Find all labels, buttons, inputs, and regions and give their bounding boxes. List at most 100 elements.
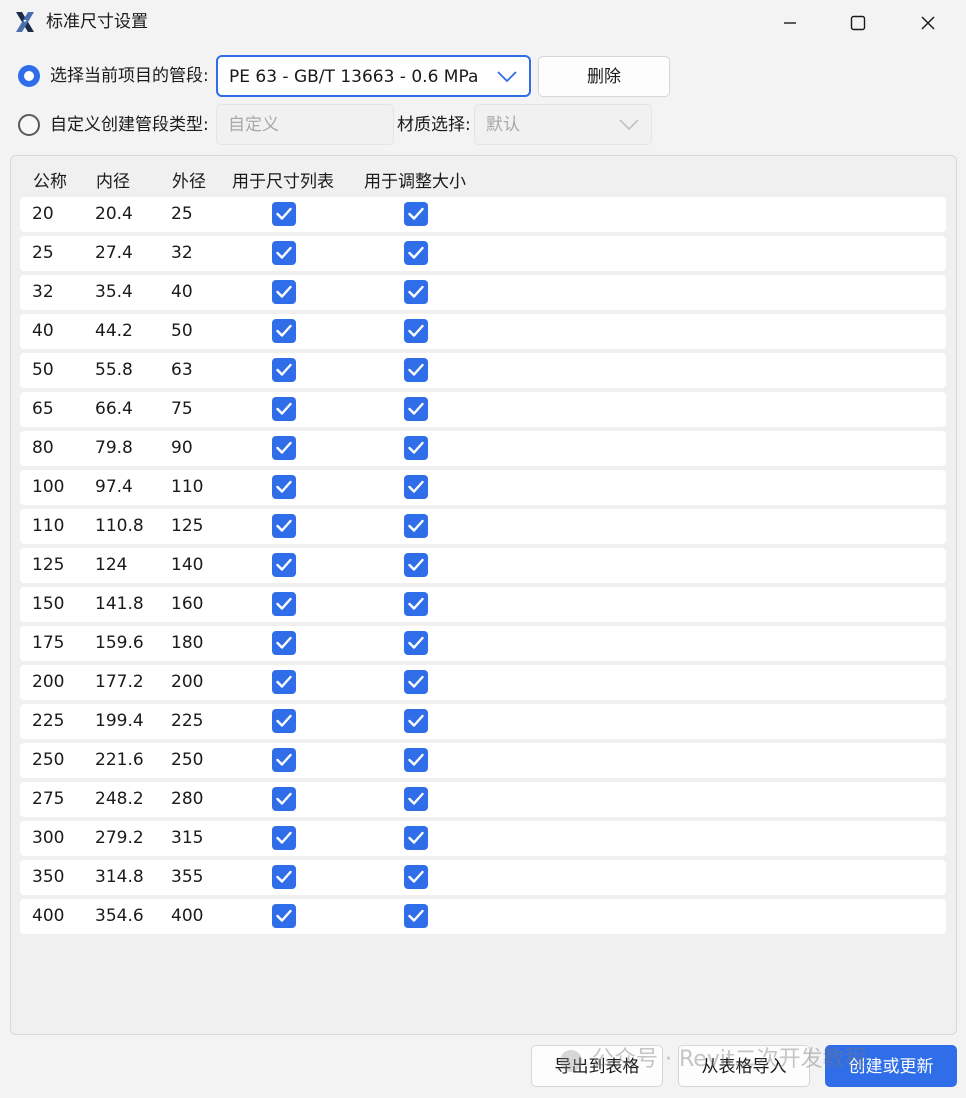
- size-list-checkbox[interactable]: [272, 358, 296, 382]
- table-row[interactable]: 400 354.6 400: [20, 899, 946, 934]
- resize-checkbox[interactable]: [404, 904, 428, 928]
- table-row[interactable]: 110 110.8 125: [20, 509, 946, 544]
- pipe-segment-dropdown[interactable]: PE 63 - GB/T 13663 - 0.6 MPa: [216, 55, 531, 97]
- cell-inner-diameter: 159.6: [95, 633, 144, 653]
- cell-inner-diameter: 35.4: [95, 282, 133, 302]
- table-row[interactable]: 125 124 140: [20, 548, 946, 583]
- resize-checkbox[interactable]: [404, 436, 428, 460]
- cell-outer-diameter: 200: [171, 672, 204, 692]
- size-list-checkbox[interactable]: [272, 709, 296, 733]
- table-row[interactable]: 65 66.4 75: [20, 392, 946, 427]
- size-table: 公称 内径 外径 用于尺寸列表 用于调整大小 20 20.4 25 25 27.4 32 3…: [10, 155, 957, 1035]
- resize-checkbox[interactable]: [404, 319, 428, 343]
- checkmark-icon: [408, 714, 424, 727]
- cell-outer-diameter: 180: [171, 633, 204, 653]
- checkmark-icon: [408, 831, 424, 844]
- size-list-checkbox[interactable]: [272, 553, 296, 577]
- resize-checkbox[interactable]: [404, 241, 428, 265]
- cell-outer-diameter: 140: [171, 555, 204, 575]
- checkmark-icon: [276, 324, 292, 337]
- checkmark-icon: [276, 246, 292, 259]
- size-list-checkbox[interactable]: [272, 826, 296, 850]
- size-list-checkbox[interactable]: [272, 631, 296, 655]
- table-row[interactable]: 250 221.6 250: [20, 743, 946, 778]
- checkmark-icon: [408, 753, 424, 766]
- checkmark-icon: [408, 519, 424, 532]
- resize-checkbox[interactable]: [404, 280, 428, 304]
- table-row[interactable]: 80 79.8 90: [20, 431, 946, 466]
- cell-outer-diameter: 160: [171, 594, 204, 614]
- table-row[interactable]: 300 279.2 315: [20, 821, 946, 856]
- material-dropdown[interactable]: 默认: [474, 104, 652, 145]
- size-list-checkbox[interactable]: [272, 241, 296, 265]
- resize-checkbox[interactable]: [404, 670, 428, 694]
- size-list-checkbox[interactable]: [272, 670, 296, 694]
- table-row[interactable]: 225 199.4 225: [20, 704, 946, 739]
- resize-checkbox[interactable]: [404, 202, 428, 226]
- table-row[interactable]: 40 44.2 50: [20, 314, 946, 349]
- size-list-checkbox[interactable]: [272, 787, 296, 811]
- resize-checkbox[interactable]: [404, 514, 428, 538]
- size-list-checkbox[interactable]: [272, 592, 296, 616]
- cell-inner-diameter: 124: [95, 555, 128, 575]
- select-current-radio[interactable]: [18, 65, 40, 87]
- custom-name-input[interactable]: 自定义: [216, 104, 394, 145]
- close-button[interactable]: [898, 0, 958, 46]
- table-row[interactable]: 50 55.8 63: [20, 353, 946, 388]
- cell-outer-diameter: 75: [171, 399, 193, 419]
- resize-checkbox[interactable]: [404, 592, 428, 616]
- checkmark-icon: [408, 363, 424, 376]
- cell-inner-diameter: 97.4: [95, 477, 133, 497]
- size-list-checkbox[interactable]: [272, 280, 296, 304]
- cell-outer-diameter: 110: [171, 477, 204, 497]
- custom-radio[interactable]: [18, 114, 40, 136]
- cell-outer-diameter: 90: [171, 438, 193, 458]
- resize-checkbox[interactable]: [404, 787, 428, 811]
- cell-nominal: 65: [32, 399, 54, 419]
- cell-nominal: 250: [32, 750, 65, 770]
- size-list-checkbox[interactable]: [272, 475, 296, 499]
- checkmark-icon: [408, 909, 424, 922]
- size-list-checkbox[interactable]: [272, 397, 296, 421]
- minimize-button[interactable]: [760, 0, 820, 46]
- resize-checkbox[interactable]: [404, 553, 428, 577]
- table-row[interactable]: 32 35.4 40: [20, 275, 946, 310]
- size-list-checkbox[interactable]: [272, 865, 296, 889]
- resize-checkbox[interactable]: [404, 709, 428, 733]
- maximize-button[interactable]: [828, 0, 888, 46]
- resize-checkbox[interactable]: [404, 358, 428, 382]
- delete-button-label: 删除: [587, 67, 621, 87]
- checkmark-icon: [276, 402, 292, 415]
- size-list-checkbox[interactable]: [272, 202, 296, 226]
- table-row[interactable]: 200 177.2 200: [20, 665, 946, 700]
- cell-nominal: 300: [32, 828, 65, 848]
- size-list-checkbox[interactable]: [272, 319, 296, 343]
- resize-checkbox[interactable]: [404, 748, 428, 772]
- table-row[interactable]: 150 141.8 160: [20, 587, 946, 622]
- checkmark-icon: [408, 792, 424, 805]
- resize-checkbox[interactable]: [404, 475, 428, 499]
- checkmark-icon: [276, 207, 292, 220]
- resize-checkbox[interactable]: [404, 826, 428, 850]
- size-list-checkbox[interactable]: [272, 904, 296, 928]
- table-row[interactable]: 350 314.8 355: [20, 860, 946, 895]
- cell-inner-diameter: 55.8: [95, 360, 133, 380]
- table-row[interactable]: 25 27.4 32: [20, 236, 946, 271]
- size-list-checkbox[interactable]: [272, 514, 296, 538]
- table-row[interactable]: 20 20.4 25: [20, 197, 946, 232]
- resize-checkbox[interactable]: [404, 631, 428, 655]
- table-row[interactable]: 100 97.4 110: [20, 470, 946, 505]
- checkmark-icon: [408, 870, 424, 883]
- size-list-checkbox[interactable]: [272, 748, 296, 772]
- size-list-checkbox[interactable]: [272, 436, 296, 460]
- cell-inner-diameter: 279.2: [95, 828, 144, 848]
- table-row[interactable]: 175 159.6 180: [20, 626, 946, 661]
- delete-button[interactable]: 删除: [538, 56, 670, 97]
- header-nominal: 公称: [33, 172, 67, 192]
- cell-inner-diameter: 248.2: [95, 789, 144, 809]
- resize-checkbox[interactable]: [404, 865, 428, 889]
- resize-checkbox[interactable]: [404, 397, 428, 421]
- table-row[interactable]: 275 248.2 280: [20, 782, 946, 817]
- cell-outer-diameter: 40: [171, 282, 193, 302]
- cell-inner-diameter: 141.8: [95, 594, 144, 614]
